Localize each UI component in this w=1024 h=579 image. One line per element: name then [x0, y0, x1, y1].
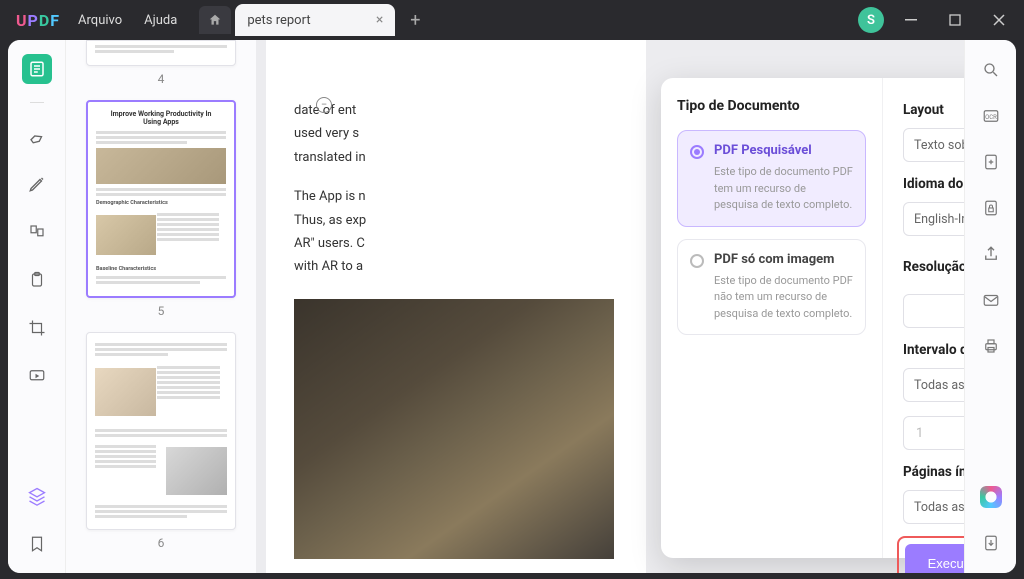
document-tab[interactable]: pets report × [235, 4, 395, 36]
thumbnail-panel: 4 Improve Working Productivity In Using … [66, 40, 256, 573]
app-logo: UPDF [16, 11, 60, 30]
radio-icon [690, 145, 704, 159]
doc-text: translated in [294, 146, 618, 169]
export-icon[interactable] [979, 531, 1003, 555]
select-value: Texto sobre a imagem da página [914, 138, 964, 153]
search-icon[interactable] [979, 58, 1003, 82]
menu-help[interactable]: Ajuda [144, 13, 177, 28]
page-thumbnail[interactable] [86, 40, 236, 66]
doc-text: used very s [294, 122, 618, 145]
language-label: Idioma do documento [903, 176, 964, 192]
document-page: − date of ent used very s translated in … [266, 40, 646, 573]
doc-type-desc: Este tipo de documento PDF não tem um re… [714, 273, 853, 323]
doc-type-desc: Este tipo de documento PDF tem um recurs… [714, 164, 853, 214]
menu-file[interactable]: Arquivo [78, 13, 122, 28]
edit-text-icon[interactable] [22, 169, 52, 199]
print-icon[interactable] [979, 334, 1003, 358]
resolution-label: Resolução de Imagem [903, 259, 964, 275]
doc-text: The App is n [294, 185, 618, 208]
input-value: 1 [916, 426, 923, 441]
ocr-icon[interactable]: OCR [979, 104, 1003, 128]
doc-type-title: PDF só com imagem [714, 252, 853, 267]
doc-image [294, 299, 614, 559]
home-icon [208, 13, 222, 27]
thumb-page-number: 5 [86, 304, 236, 318]
select-value: English-Inglês,Portuguese-Português [914, 212, 964, 227]
radio-icon [690, 254, 704, 268]
document-canvas[interactable]: − date of ent used very s translated in … [256, 40, 964, 573]
share-icon[interactable] [979, 242, 1003, 266]
page-range-select[interactable]: Todas as páginas ▾ [903, 368, 964, 402]
select-value: Todas as páginas [914, 378, 964, 393]
tab-close-icon[interactable]: × [376, 12, 383, 28]
select-value: Todas as páginas no intervalo [914, 500, 964, 515]
doc-type-heading: Tipo de Documento [677, 98, 866, 114]
window-minimize[interactable] [894, 6, 928, 34]
layout-label: Layout [903, 102, 964, 118]
odd-even-label: Páginas ímpares ou páginas pares [903, 464, 964, 480]
ocr-panel: Tipo de Documento PDF Pesquisável Este t… [661, 78, 964, 558]
layout-select[interactable]: Texto sobre a imagem da página ▾ [903, 128, 964, 162]
doc-text: Thus, as exp [294, 209, 618, 232]
highlight-annotation: Executar OCR Cancelar [897, 536, 964, 573]
layers-icon[interactable] [22, 481, 52, 511]
doc-type-image-only[interactable]: PDF só com imagem Este tipo de documento… [677, 239, 866, 336]
doc-type-title: PDF Pesquisável [714, 143, 853, 158]
titlebar: UPDF Arquivo Ajuda pets report × + S [0, 0, 1024, 40]
window-maximize[interactable] [938, 6, 972, 34]
svg-text:OCR: OCR [985, 114, 997, 121]
divider [30, 102, 44, 103]
user-avatar[interactable]: S [858, 7, 884, 33]
doc-type-searchable[interactable]: PDF Pesquisável Este tipo de documento P… [677, 130, 866, 227]
range-from-input[interactable]: 1 ▲▼ [903, 416, 964, 450]
ocr-type-section: Tipo de Documento PDF Pesquisável Este t… [661, 78, 883, 558]
organize-pages-icon[interactable] [22, 217, 52, 247]
doc-text: AR" users. C [294, 232, 618, 255]
email-icon[interactable] [979, 288, 1003, 312]
bookmark-icon[interactable] [22, 529, 52, 559]
page-range-label: Intervalo de páginas [903, 342, 964, 358]
thumb-page-number: 4 [86, 72, 236, 86]
workspace: 4 Improve Working Productivity In Using … [8, 40, 1016, 573]
thumb-title: Improve Working Productivity In Using Ap… [96, 110, 226, 127]
new-tab-button[interactable]: + [401, 6, 429, 34]
compress-icon[interactable] [979, 150, 1003, 174]
language-select[interactable]: English-Inglês,Portuguese-Português ▾ [903, 202, 964, 236]
page-thumbnail-selected[interactable]: Improve Working Productivity In Using Ap… [86, 100, 236, 298]
left-tool-rail [8, 40, 66, 573]
window-close[interactable] [982, 6, 1016, 34]
crop-icon[interactable] [22, 313, 52, 343]
tab-home[interactable] [199, 6, 231, 34]
run-ocr-button[interactable]: Executar OCR [905, 544, 964, 573]
highlight-icon[interactable] [22, 121, 52, 151]
slideshow-icon[interactable] [22, 361, 52, 391]
odd-even-select[interactable]: Todas as páginas no intervalo ▾ [903, 490, 964, 524]
thumb-page-number: 6 [86, 536, 236, 550]
doc-text: date of ent [294, 99, 618, 122]
page-thumbnail[interactable] [86, 332, 236, 530]
collapse-icon[interactable]: − [316, 97, 332, 113]
ai-assistant-icon[interactable] [979, 485, 1003, 509]
protect-icon[interactable] [979, 196, 1003, 220]
ocr-settings-section: ? Layout Texto sobre a imagem da página … [883, 78, 964, 558]
clipboard-icon[interactable] [22, 265, 52, 295]
tab-label: pets report [247, 13, 310, 28]
reader-icon[interactable] [22, 54, 52, 84]
detect-resolution-button[interactable]: Detectar Resolução Ótima [903, 294, 964, 328]
right-tool-rail: OCR [964, 40, 1016, 573]
doc-text: with AR to a [294, 255, 618, 278]
